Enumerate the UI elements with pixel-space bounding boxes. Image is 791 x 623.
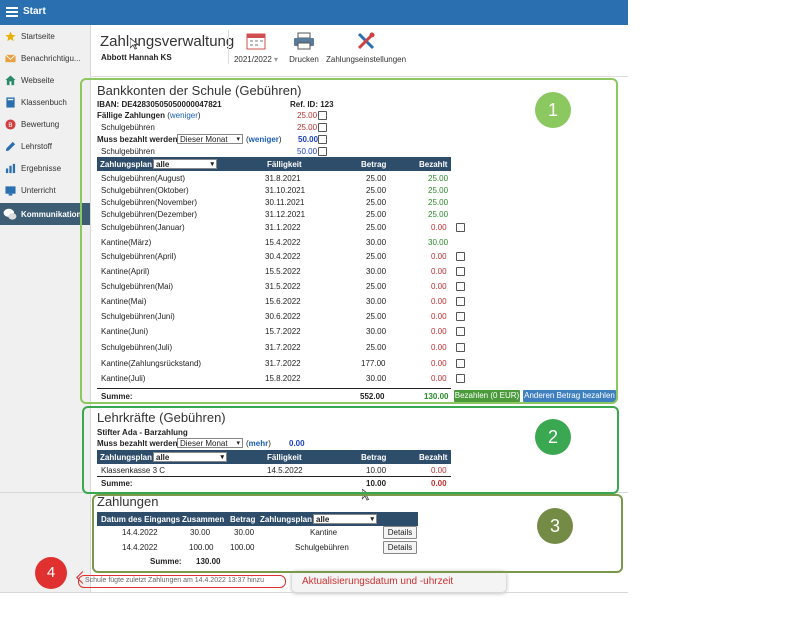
sidebar-item-bewertung[interactable]: B Bewertung <box>0 113 90 135</box>
sidebar-item-label: Unterricht <box>21 186 56 195</box>
chat-icon <box>3 208 17 220</box>
envelope-icon <box>5 54 16 63</box>
printer-icon <box>294 32 314 50</box>
callout-badge-1: 1 <box>535 92 571 128</box>
calendar-icon <box>246 33 266 50</box>
callout-badge-3: 3 <box>537 508 573 544</box>
settings-label: Zahlungseinstellungen <box>326 55 407 64</box>
page-bottom-border <box>0 592 628 593</box>
sidebar-item-kommunikation[interactable]: Kommunikation <box>0 203 90 225</box>
sidebar-item-label: Bewertung <box>21 120 60 129</box>
callout-frame-1 <box>80 78 618 404</box>
sidebar-item-label: Ergebnisse <box>21 164 62 173</box>
user-name: Abbott Hannah KS <box>101 53 172 62</box>
house-icon <box>5 75 16 86</box>
sidebar-item-label: Kommunikation <box>21 210 82 219</box>
callout-badge-4: 4 <box>35 557 67 589</box>
mouse-cursor-icon <box>130 38 140 50</box>
sidebar-item-klassenbuch[interactable]: Klassenbuch <box>0 91 90 113</box>
sidebar-item-startseite[interactable]: Startseite <box>0 25 90 47</box>
top-bar-title: Start <box>23 6 46 17</box>
svg-text:B: B <box>8 121 12 129</box>
sidebar-item-ergebnisse[interactable]: Ergebnisse <box>0 157 90 179</box>
print-button[interactable]: Drucken <box>284 32 324 64</box>
book-icon <box>6 97 15 108</box>
sidebar-item-label: Startseite <box>21 32 55 41</box>
sidebar-item-label: Benachrichtigu... <box>21 54 81 63</box>
sidebar-item-webseite[interactable]: Webseite <box>0 69 90 91</box>
sidebar-item-label: Webseite <box>21 76 55 85</box>
print-label: Drucken <box>289 55 319 64</box>
sidebar-item-unterricht[interactable]: Unterricht <box>0 179 90 201</box>
callout-frame-2 <box>82 406 619 494</box>
star-icon <box>5 31 16 42</box>
callout-badge-2: 2 <box>535 419 571 455</box>
update-note: Schule fügte zuletzt Zahlungen am 14.4.2… <box>85 577 265 584</box>
header-divider <box>90 76 628 77</box>
annotation-text: Aktualisierungsdatum und -uhrzeit <box>302 576 454 587</box>
sidebar-item-label: Lehrstoff <box>21 142 52 151</box>
sidebar: Startseite Benachrichtigu... Webseite Kl… <box>0 25 91 593</box>
toolbar-divider <box>228 30 229 64</box>
sidebar-item-benachrichtigungen[interactable]: Benachrichtigu... <box>0 47 90 69</box>
sidebar-item-lehrstoff[interactable]: Lehrstoff <box>0 135 90 157</box>
year-label: 2021/2022 <box>233 55 272 64</box>
tools-icon <box>357 32 375 50</box>
grade-icon: B <box>5 119 16 130</box>
page-title: Zahlungsverwaltung <box>100 33 235 50</box>
hamburger-menu-icon[interactable] <box>6 7 18 17</box>
year-selector-button[interactable]: 2021/2022 ▾ <box>232 32 280 64</box>
sidebar-item-label: Klassenbuch <box>21 98 67 107</box>
top-bar: Start <box>0 0 628 25</box>
pencil-icon <box>5 141 16 152</box>
payment-settings-button[interactable]: Zahlungseinstellungen <box>326 32 406 64</box>
chart-icon <box>5 163 16 174</box>
chevron-down-icon: ▾ <box>271 55 279 64</box>
lesson-icon <box>5 186 16 196</box>
